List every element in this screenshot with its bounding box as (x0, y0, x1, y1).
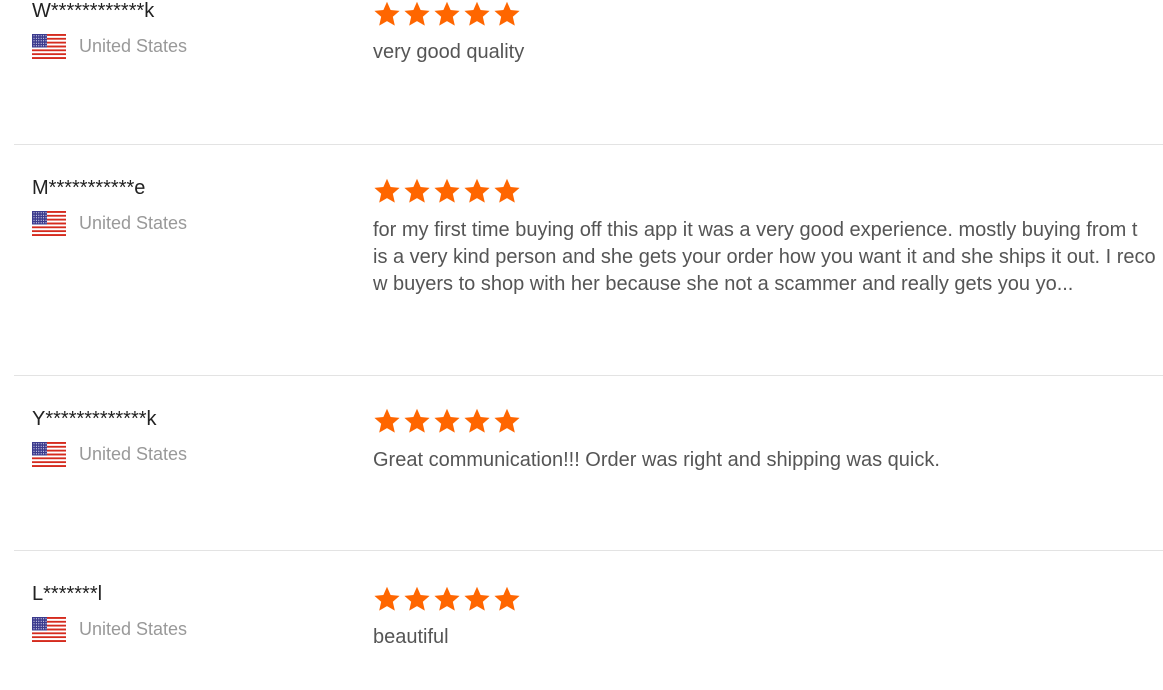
review-item: Y*************k United States Great comm… (14, 375, 1163, 551)
star-icon (463, 585, 491, 613)
star-icon (403, 407, 431, 435)
us-flag-icon (32, 616, 66, 642)
country-name: United States (79, 444, 188, 464)
reviewer-name: L*******l (32, 583, 103, 605)
reviewer-country: United States (32, 210, 332, 236)
reviewer-name: Y*************k (32, 408, 157, 430)
review-text-line: very good quality (373, 41, 525, 63)
star-icon (463, 407, 491, 435)
reviewer-info: Y*************k United States (32, 408, 332, 467)
star-icon (493, 177, 521, 205)
review-text-line: beautiful (373, 626, 449, 648)
review-body: for my first time buying off this app it… (373, 177, 1163, 298)
star-rating (373, 0, 1163, 28)
star-icon (433, 0, 461, 28)
review-text: for my first time buying off this app it… (373, 217, 1163, 298)
star-icon (463, 177, 491, 205)
star-icon (403, 0, 431, 28)
us-flag-icon (32, 33, 66, 59)
star-icon (433, 585, 461, 613)
star-icon (373, 585, 401, 613)
star-icon (403, 177, 431, 205)
review-item: W************k United States very good q… (14, 0, 1163, 144)
star-rating (373, 177, 1163, 205)
star-icon (493, 0, 521, 28)
review-text-line: is a very kind person and she gets your … (373, 246, 1156, 268)
reviewer-info: L*******l United States (32, 583, 332, 642)
country-name: United States (79, 619, 188, 639)
reviewer-country: United States (32, 33, 332, 59)
review-text: very good quality (373, 39, 1163, 66)
us-flag-icon (32, 210, 66, 236)
review-body: Great communication!!! Order was right a… (373, 407, 1163, 474)
country-name: United States (79, 36, 188, 56)
review-body: beautiful (373, 585, 1163, 651)
reviewer-country: United States (32, 441, 332, 467)
star-icon (373, 177, 401, 205)
star-icon (493, 585, 521, 613)
reviewer-info: M***********e United States (32, 177, 332, 236)
star-icon (373, 407, 401, 435)
reviewer-info: W************k United States (32, 0, 332, 59)
review-text: beautiful (373, 624, 1163, 651)
review-item: L*******l United States beautiful (14, 550, 1163, 690)
star-icon (373, 0, 401, 28)
review-text-line: Great communication!!! Order was right a… (373, 449, 940, 471)
star-icon (403, 585, 431, 613)
star-rating (373, 407, 1163, 435)
reviewer-country: United States (32, 616, 332, 642)
review-item: M***********e United States for my first… (14, 144, 1163, 376)
review-text-line: w buyers to shop with her because she no… (373, 273, 1074, 295)
reviewer-name: W************k (32, 0, 155, 22)
reviewer-name: M***********e (32, 177, 146, 199)
star-icon (463, 0, 491, 28)
star-icon (433, 177, 461, 205)
review-text: Great communication!!! Order was right a… (373, 447, 1163, 474)
us-flag-icon (32, 441, 66, 467)
country-name: United States (79, 213, 188, 233)
star-icon (433, 407, 461, 435)
star-rating (373, 585, 1163, 613)
review-body: very good quality (373, 0, 1163, 66)
review-text-line: for my first time buying off this app it… (373, 219, 1138, 241)
star-icon (493, 407, 521, 435)
